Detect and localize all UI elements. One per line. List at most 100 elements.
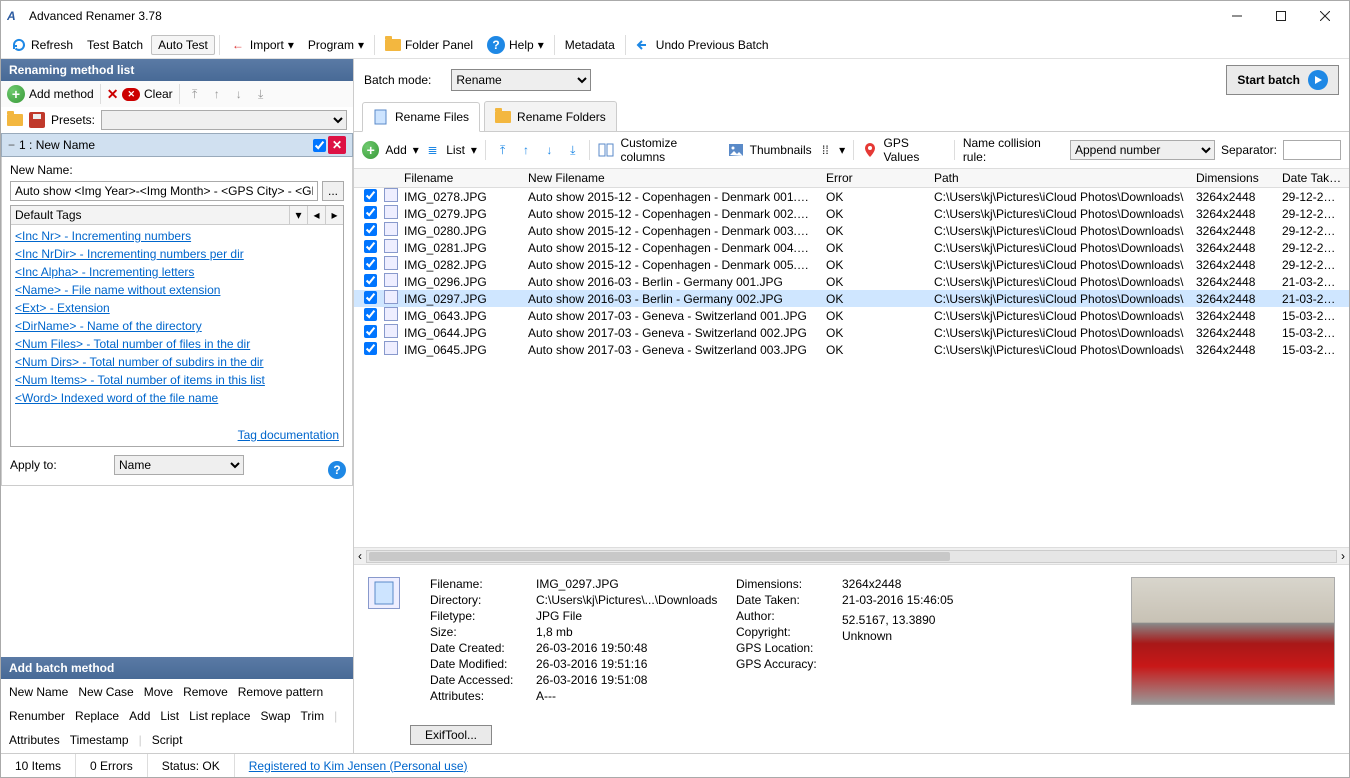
add-files-button[interactable]: Add xyxy=(385,143,406,157)
batch-method-script[interactable]: Script xyxy=(152,733,183,747)
col-path[interactable]: Path xyxy=(928,169,1190,187)
separator-input[interactable] xyxy=(1283,140,1341,160)
table-row[interactable]: IMG_0296.JPGAuto show 2016-03 - Berlin -… xyxy=(354,273,1349,290)
row-checkbox[interactable] xyxy=(364,342,377,355)
start-batch-button[interactable]: Start batch xyxy=(1226,65,1339,95)
row-checkbox[interactable] xyxy=(364,325,377,338)
table-row[interactable]: IMG_0278.JPGAuto show 2015-12 - Copenhag… xyxy=(354,188,1349,205)
tag-link[interactable]: <Inc Alpha> - Incrementing letters xyxy=(15,263,339,281)
table-row[interactable]: IMG_0643.JPGAuto show 2017-03 - Geneva -… xyxy=(354,307,1349,324)
batch-mode-select[interactable]: Rename xyxy=(451,69,591,91)
row-checkbox[interactable] xyxy=(364,274,377,287)
batch-method-renumber[interactable]: Renumber xyxy=(9,709,65,723)
tag-link[interactable]: <Num Files> - Total number of files in t… xyxy=(15,335,339,353)
save-preset-icon[interactable] xyxy=(29,112,45,128)
method-enabled-checkbox[interactable] xyxy=(313,139,326,152)
table-row[interactable]: IMG_0297.JPGAuto show 2016-03 - Berlin -… xyxy=(354,290,1349,307)
registration-link[interactable]: Registered to Kim Jensen (Personal use) xyxy=(235,759,482,773)
move-up-button[interactable]: ↑ xyxy=(208,85,226,103)
row-checkbox[interactable] xyxy=(364,206,377,219)
table-row[interactable]: IMG_0280.JPGAuto show 2015-12 - Copenhag… xyxy=(354,222,1349,239)
tag-link[interactable]: <Num Dirs> - Total number of subdirs in … xyxy=(15,353,339,371)
list-button[interactable]: List xyxy=(446,143,465,157)
new-name-browse-button[interactable]: ... xyxy=(322,181,344,201)
tag-link[interactable]: <Ext> - Extension xyxy=(15,299,339,317)
delete-icon[interactable]: ✕ xyxy=(107,86,119,103)
batch-method-timestamp[interactable]: Timestamp xyxy=(70,733,129,747)
batch-method-list[interactable]: List xyxy=(160,709,179,723)
tag-link[interactable]: <DirName> - Name of the directory xyxy=(15,317,339,335)
col-date-taken[interactable]: Date Taken xyxy=(1276,169,1348,187)
horizontal-scrollbar[interactable]: ‹› xyxy=(354,547,1349,564)
batch-method-remove[interactable]: Remove xyxy=(183,685,228,699)
row-checkbox[interactable] xyxy=(364,240,377,253)
table-row[interactable]: IMG_0282.JPGAuto show 2015-12 - Copenhag… xyxy=(354,256,1349,273)
undo-button[interactable]: Undo Previous Batch xyxy=(630,35,775,55)
method-close-button[interactable]: ✕ xyxy=(328,136,346,154)
row-checkbox[interactable] xyxy=(364,308,377,321)
exiftool-button[interactable]: ExifTool... xyxy=(410,725,492,745)
tag-link[interactable]: <Name> - File name without extension xyxy=(15,281,339,299)
col-dimensions[interactable]: Dimensions xyxy=(1190,169,1276,187)
row-checkbox[interactable] xyxy=(364,189,377,202)
new-name-input[interactable] xyxy=(10,181,318,201)
batch-method-replace[interactable]: Replace xyxy=(75,709,119,723)
presets-select[interactable] xyxy=(101,110,347,130)
settings-icon[interactable]: ⁞⁞ xyxy=(818,142,833,158)
batch-method-remove-pattern[interactable]: Remove pattern xyxy=(238,685,323,699)
table-row[interactable]: IMG_0279.JPGAuto show 2015-12 - Copenhag… xyxy=(354,205,1349,222)
clear-button[interactable]: Clear xyxy=(144,87,173,101)
tab-rename-files[interactable]: Rename Files xyxy=(362,102,480,132)
chevron-down-icon[interactable]: ▾ xyxy=(289,206,307,224)
gps-values-button[interactable]: GPS Values xyxy=(884,136,946,164)
table-row[interactable]: IMG_0644.JPGAuto show 2017-03 - Geneva -… xyxy=(354,324,1349,341)
batch-method-add[interactable]: Add xyxy=(129,709,150,723)
metadata-button[interactable]: Metadata xyxy=(559,36,621,54)
batch-method-list-replace[interactable]: List replace xyxy=(189,709,250,723)
col-error[interactable]: Error xyxy=(820,169,928,187)
move-top-button[interactable]: ⤒ xyxy=(494,141,511,159)
row-checkbox[interactable] xyxy=(364,257,377,270)
move-down-button[interactable]: ↓ xyxy=(230,85,248,103)
tags-prev-button[interactable]: ◂ xyxy=(307,206,325,224)
test-batch-button[interactable]: Test Batch xyxy=(81,36,149,54)
tag-link[interactable]: <Inc NrDir> - Incrementing numbers per d… xyxy=(15,245,339,263)
import-button[interactable]: ←Import▾ xyxy=(224,35,300,55)
move-top-button[interactable]: ⤒ xyxy=(186,85,204,103)
method-title-bar[interactable]: − 1 : New Name ✕ xyxy=(1,133,353,157)
move-bottom-button[interactable]: ⤓ xyxy=(564,141,581,159)
tags-next-button[interactable]: ▸ xyxy=(325,206,343,224)
help-button[interactable]: ?Help▾ xyxy=(481,34,550,56)
default-tags-dropdown[interactable]: Default Tags xyxy=(11,206,289,224)
apply-to-select[interactable]: Name xyxy=(114,455,244,475)
batch-method-move[interactable]: Move xyxy=(144,685,173,699)
batch-method-new-name[interactable]: New Name xyxy=(9,685,68,699)
move-up-button[interactable]: ↑ xyxy=(517,141,534,159)
customize-columns-button[interactable]: Customize columns xyxy=(620,136,721,164)
thumbnails-button[interactable]: Thumbnails xyxy=(750,143,812,157)
tag-documentation-link[interactable]: Tag documentation xyxy=(238,428,339,442)
refresh-button[interactable]: Refresh xyxy=(5,35,79,55)
row-checkbox[interactable] xyxy=(364,223,377,236)
open-preset-icon[interactable] xyxy=(7,114,23,126)
batch-method-swap[interactable]: Swap xyxy=(260,709,290,723)
folder-panel-button[interactable]: Folder Panel xyxy=(379,36,479,54)
collapse-icon[interactable]: − xyxy=(8,138,15,152)
auto-test-button[interactable]: Auto Test xyxy=(151,35,215,55)
method-help-icon[interactable]: ? xyxy=(328,461,346,479)
row-checkbox[interactable] xyxy=(364,291,377,304)
collision-select[interactable]: Append number xyxy=(1070,140,1215,160)
tag-link[interactable]: <Inc Nr> - Incrementing numbers xyxy=(15,227,339,245)
tag-link[interactable]: <Num Items> - Total number of items in t… xyxy=(15,371,339,389)
col-new-filename[interactable]: New Filename xyxy=(522,169,820,187)
close-button[interactable] xyxy=(1303,2,1347,30)
maximize-button[interactable] xyxy=(1259,2,1303,30)
batch-method-attributes[interactable]: Attributes xyxy=(9,733,60,747)
batch-method-trim[interactable]: Trim xyxy=(301,709,325,723)
program-button[interactable]: Program▾ xyxy=(302,36,370,54)
minimize-button[interactable] xyxy=(1215,2,1259,30)
move-down-button[interactable]: ↓ xyxy=(541,141,558,159)
add-method-button[interactable]: Add method xyxy=(29,87,94,101)
table-row[interactable]: IMG_0645.JPGAuto show 2017-03 - Geneva -… xyxy=(354,341,1349,358)
table-row[interactable]: IMG_0281.JPGAuto show 2015-12 - Copenhag… xyxy=(354,239,1349,256)
